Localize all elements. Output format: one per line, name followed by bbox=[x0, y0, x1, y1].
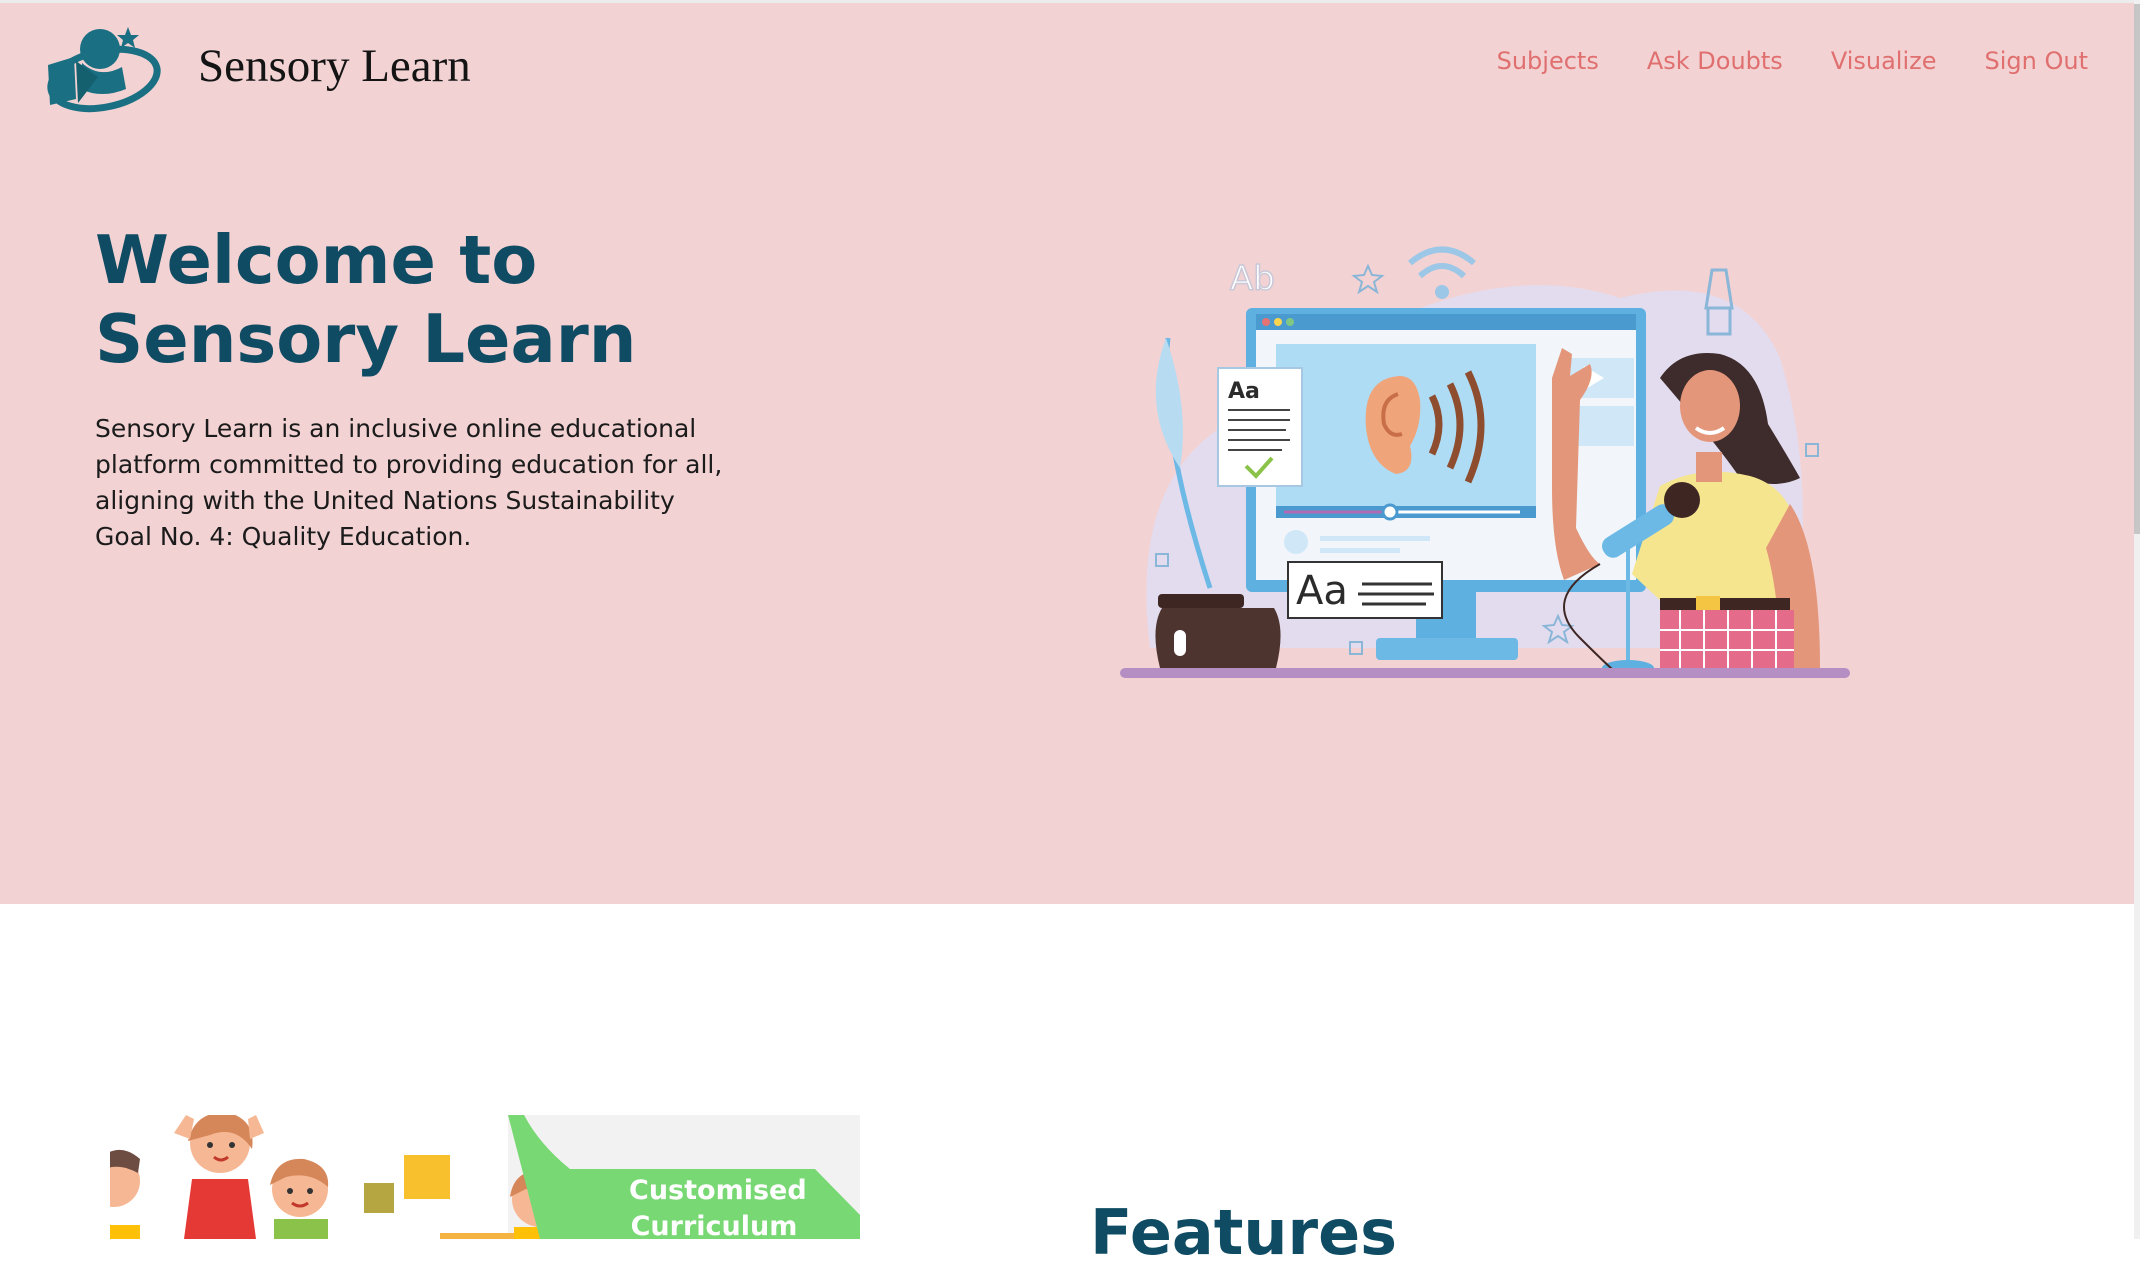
features-heading: Features bbox=[1090, 1196, 1398, 1269]
wifi-icon bbox=[1408, 246, 1476, 279]
banner-badge-line-2: Curriculum bbox=[630, 1211, 798, 1239]
page-scrollbar[interactable] bbox=[2134, 0, 2140, 1239]
hero-description: Sensory Learn is an inclusive online edu… bbox=[95, 414, 723, 551]
svg-text:Aa: Aa bbox=[1228, 379, 1260, 404]
banner-badge-line-1: Customised bbox=[629, 1175, 807, 1206]
nav-link-ask-doubts[interactable]: Ask Doubts bbox=[1647, 47, 1783, 75]
hero-title: Welcome to Sensory Learn bbox=[95, 221, 637, 378]
nav-link-visualize[interactable]: Visualize bbox=[1831, 47, 1937, 75]
nav-link-sign-out[interactable]: Sign Out bbox=[1985, 47, 2089, 75]
svg-text:Aa: Aa bbox=[1296, 568, 1348, 614]
brand-name[interactable]: Sensory Learn bbox=[198, 39, 471, 93]
customised-curriculum-banner: Customised Curriculum bbox=[110, 1115, 860, 1239]
hero-section: Sensory Learn Subjects Ask Doubts Visual… bbox=[0, 0, 2134, 904]
nav-link-subjects[interactable]: Subjects bbox=[1497, 47, 1599, 75]
features-section: Customised Curriculum Features bbox=[0, 904, 2134, 1269]
logo-icon[interactable] bbox=[42, 19, 164, 115]
accessibility-learning-illustration: Ab Aa Aa bbox=[1120, 246, 1850, 678]
scrollbar-thumb[interactable] bbox=[2134, 4, 2140, 534]
nav-menu: Subjects Ask Doubts Visualize Sign Out bbox=[1497, 47, 2088, 75]
navbar: Sensory Learn Subjects Ask Doubts Visual… bbox=[0, 3, 2134, 133]
svg-text:Ab: Ab bbox=[1230, 259, 1275, 299]
